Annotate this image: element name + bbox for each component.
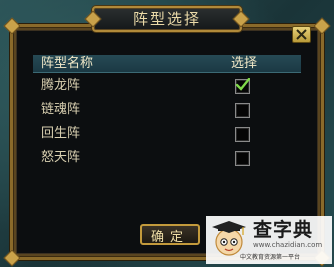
formation-checkbox[interactable] [235,103,250,118]
site-watermark: 查字典 www.chazidian.com 中文教育资源第一平台 [206,216,332,264]
formation-name: 腾龙阵 [41,78,81,93]
formation-row[interactable]: 回生阵 [33,124,301,144]
checkmark-icon [235,78,250,91]
header-select: 选择 [231,56,258,71]
formation-checkbox[interactable] [235,127,250,142]
formation-row[interactable]: 怒天阵 [33,148,301,168]
dialog-title: 阵型选择 [132,10,201,28]
formation-checkbox[interactable] [235,78,250,94]
watermark-url: www.chazidian.com [253,241,323,249]
confirm-button-label: 确定 [150,230,189,245]
watermark-subtitle: 中文教育资源第一平台 [239,254,300,261]
confirm-button[interactable]: 确定 [140,224,200,245]
formation-row[interactable]: 链魂阵 [33,100,301,120]
header-formation-name: 阵型名称 [41,56,94,71]
formation-name: 链魂阵 [41,102,81,117]
close-button[interactable] [292,26,311,43]
formation-row[interactable]: 腾龙阵 [33,76,301,96]
formation-name: 怒天阵 [41,150,81,165]
formation-checkbox[interactable] [235,151,250,166]
formation-list-header: 阵型名称 选择 [33,55,301,73]
watermark-title: 查字典 [253,219,314,241]
close-icon [296,29,307,40]
dialog-title-plate: 阵型选择 [84,6,250,32]
formation-name: 回生阵 [41,126,81,141]
